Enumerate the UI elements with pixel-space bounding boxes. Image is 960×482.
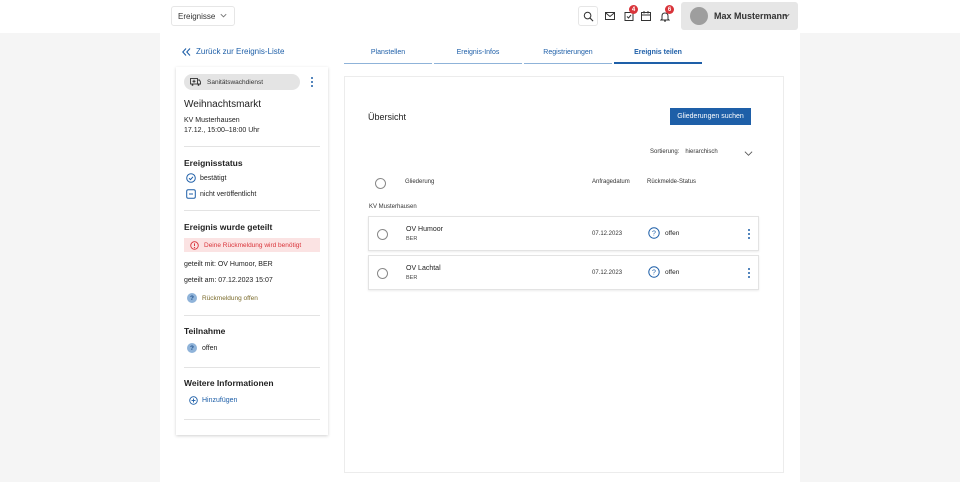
chevron-down-icon[interactable] — [744, 150, 753, 157]
status-unpublished: nicht veröffentlicht — [186, 189, 256, 199]
row-name: OV Lachtal — [406, 265, 441, 272]
group-label: KV Musterhausen — [369, 204, 417, 210]
row-options-kebab-icon[interactable] — [745, 267, 753, 279]
tab-ereignis-teilen[interactable]: Ereignis teilen — [614, 47, 702, 64]
avatar — [690, 7, 708, 25]
add-info-label: Hinzufügen — [202, 397, 238, 404]
envelope-icon — [605, 12, 615, 20]
event-time: 17.12., 15:00–18:00 Uhr — [184, 127, 260, 134]
svg-text:?: ? — [652, 231, 656, 238]
question-mark-icon: ? — [187, 343, 197, 353]
calendar-button[interactable] — [636, 6, 656, 26]
tab-registrierungen[interactable]: Registrierungen — [524, 47, 612, 64]
question-circle-icon: ? — [648, 227, 660, 239]
status-confirmed-label: bestätigt — [200, 174, 227, 182]
question-circle-icon: ? — [648, 266, 660, 278]
event-details-card: Sanitätswachdienst Weihnachtsmarkt KV Mu… — [176, 67, 328, 435]
row-sub: BER — [406, 236, 418, 242]
shared-with: geteilt mit: OV Humoor, BER — [184, 261, 273, 268]
alert-circle-icon — [190, 240, 199, 250]
event-dropdown-label: Ereignisse — [178, 11, 216, 21]
calendar-icon — [641, 11, 651, 21]
row-name: OV Humoor — [406, 226, 443, 233]
minus-square-icon — [186, 189, 196, 199]
user-name: Max Mustermann — [714, 11, 788, 21]
event-organizer: KV Musterhausen — [184, 117, 240, 124]
alert-text: Deine Rückmeldung wird benötigt — [204, 241, 302, 249]
add-info-link[interactable]: Hinzufügen — [189, 396, 237, 405]
feedback-status-label: Rückmeldung offen — [202, 294, 258, 302]
status-confirmed: bestätigt — [186, 173, 226, 183]
divider — [184, 146, 320, 147]
table-row[interactable]: OV Lachtal BER 07.12.2023 ? offen — [368, 255, 759, 290]
user-menu-button[interactable]: Max Mustermann — [681, 2, 798, 30]
status-heading: Ereignisstatus — [184, 158, 243, 168]
divider — [184, 419, 320, 420]
overview-title: Übersicht — [368, 112, 407, 122]
divider — [184, 210, 320, 211]
shared-heading: Ereignis wurde geteilt — [184, 222, 273, 232]
select-all-radio[interactable] — [375, 178, 386, 189]
event-title: Weihnachtsmarkt — [184, 99, 262, 110]
top-bar: Ereignisse 4 6 Max Mustermann — [0, 0, 960, 33]
divider — [184, 367, 320, 368]
feedback-status: ? Rückmeldung offen — [187, 293, 258, 303]
row-options-kebab-icon[interactable] — [745, 228, 753, 240]
sort-label: Sortierung: — [650, 149, 680, 155]
row-date: 07.12.2023 — [592, 231, 623, 237]
row-status: ? offen — [648, 266, 679, 278]
row-sub: BER — [406, 275, 418, 281]
feedback-required-alert: Deine Rückmeldung wird benötigt — [184, 238, 320, 252]
row-status-label: offen — [665, 268, 680, 276]
event-options-kebab-icon[interactable] — [308, 76, 316, 88]
event-type-label: Sanitätswachdienst — [207, 78, 264, 86]
chevron-down-icon — [220, 13, 227, 18]
status-unpublished-label: nicht veröffentlicht — [200, 190, 257, 198]
ambulance-icon — [190, 78, 201, 86]
column-header-gliederung: Gliederung — [405, 179, 435, 185]
check-circle-icon — [186, 173, 196, 183]
row-select-radio[interactable] — [377, 268, 388, 279]
tab-ereignis-infos[interactable]: Ereignis-Infos — [434, 47, 522, 64]
search-organizations-button[interactable]: Gliederungen suchen — [670, 108, 751, 125]
row-status: ? offen — [648, 227, 679, 239]
plus-circle-icon — [189, 396, 198, 405]
divider — [184, 315, 320, 316]
back-to-event-list-link[interactable]: Zurück zur Ereignis-Liste — [182, 47, 284, 56]
back-link-label: Zurück zur Ereignis-Liste — [196, 47, 285, 56]
column-header-status: Rückmelde-Status — [647, 179, 697, 185]
svg-text:?: ? — [652, 270, 656, 277]
event-dropdown[interactable]: Ereignisse — [171, 6, 235, 26]
shared-on: geteilt am: 07.12.2023 15:07 — [184, 277, 273, 284]
sort-value: hierarchisch — [685, 149, 718, 155]
column-header-anfragedatum: Anfragedatum — [592, 179, 630, 185]
sort-control[interactable]: Sortierung: hierarchisch — [650, 149, 718, 155]
row-status-label: offen — [665, 229, 680, 237]
notifications-button[interactable]: 6 — [655, 5, 675, 26]
row-date: 07.12.2023 — [592, 270, 623, 276]
row-select-radio[interactable] — [377, 229, 388, 240]
search-button[interactable] — [578, 6, 598, 26]
more-info-heading: Weitere Informationen — [184, 378, 274, 388]
search-icon — [583, 11, 593, 21]
notifications-badge: 6 — [665, 5, 674, 14]
chevron-down-icon — [783, 13, 790, 18]
question-mark-icon: ? — [187, 293, 197, 303]
messages-button[interactable] — [600, 6, 620, 26]
participation-value: offen — [202, 344, 218, 352]
table-row[interactable]: OV Humoor BER 07.12.2023 ? offen — [368, 216, 759, 251]
participation-heading: Teilnahme — [184, 326, 226, 336]
participation-status: ? offen — [187, 343, 217, 353]
event-type-tag: Sanitätswachdienst — [184, 74, 300, 90]
tab-planstellen[interactable]: Planstellen — [344, 47, 432, 64]
double-chevron-left-icon — [182, 47, 191, 56]
